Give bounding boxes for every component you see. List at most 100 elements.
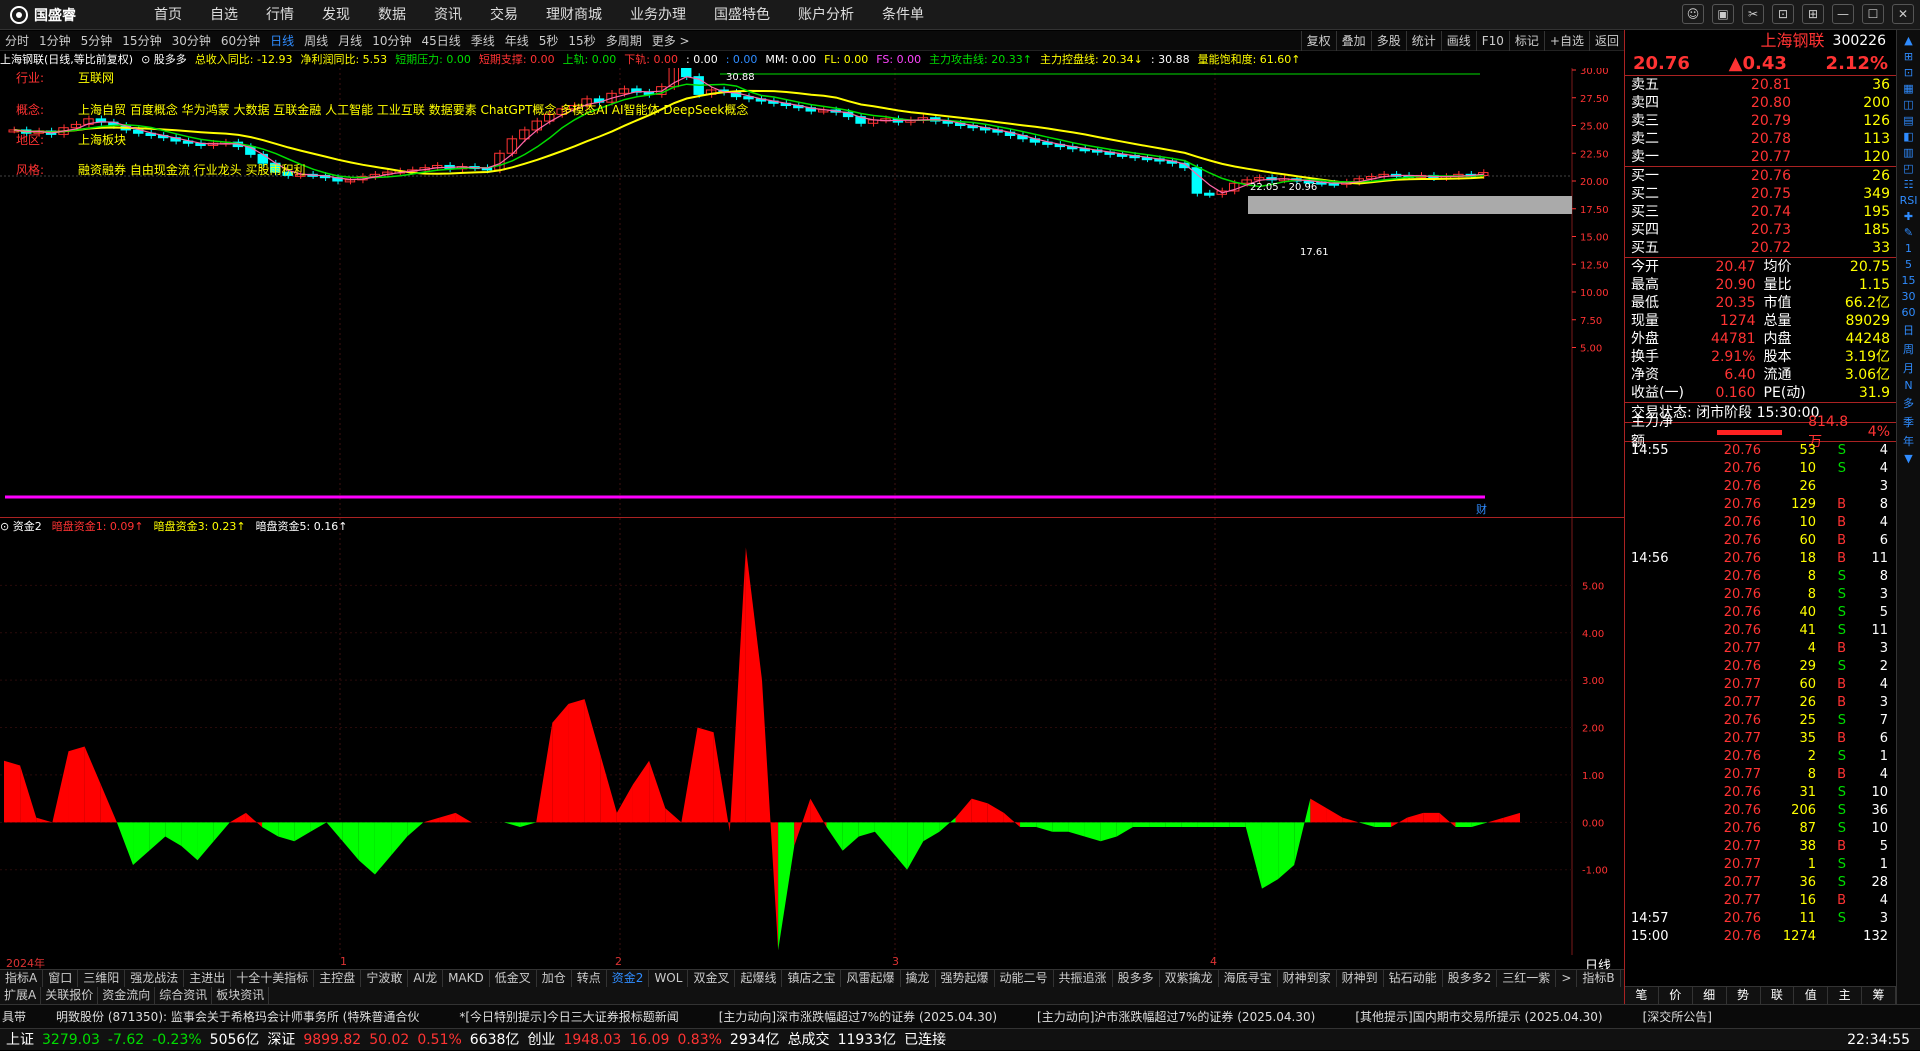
news-item[interactable]: [主力动向]深市涨跌幅超过7%的证券 (2025.04.30) [719,1010,997,1024]
quote-tab[interactable]: 主 [1828,987,1863,1004]
sidebar-icon[interactable]: ◰ [1903,162,1913,175]
sidebar-icon[interactable]: ✚ [1904,210,1913,223]
app-logo[interactable]: 国盛睿 [10,5,76,25]
indicator-tab[interactable]: > [1556,970,1578,987]
tool-button[interactable]: 复权 [1300,31,1336,51]
indicator-tab[interactable]: 钻石动能 [1384,970,1443,987]
indicator-tab[interactable]: 强势起爆 [936,970,995,987]
tool-button[interactable]: +自选 [1543,31,1589,51]
indicator-tab[interactable]: 双金叉 [688,970,736,987]
indicator-tab[interactable]: 主进出 [184,970,232,987]
indicator-tab[interactable]: 指标A [0,970,44,987]
indicator-tab[interactable]: 主控盘 [314,970,362,987]
period-tab[interactable]: 5分钟 [76,32,118,49]
news-item[interactable]: *[今日特别提示]今日三大证券报标题新闻 [459,1010,678,1024]
window-icon[interactable]: ✕ [1892,4,1914,24]
indicator-tab[interactable]: 指标B [1577,970,1621,987]
sidebar-icon[interactable]: 周 [1903,341,1914,357]
indicator-tab[interactable]: MAKD [443,970,490,987]
sidebar-icon[interactable]: ⊞ [1904,50,1913,63]
news-item[interactable]: [主力动向]沪市涨跌幅超过7%的证券 (2025.04.30) [1037,1010,1315,1024]
period-tab[interactable]: 季线 [466,32,500,49]
sidebar-icon[interactable]: 60 [1902,306,1916,319]
indicator-tab[interactable]: 三维阳 [78,970,126,987]
indicator-tab[interactable]: 窗口 [43,970,79,987]
menu-item[interactable]: 发现 [308,0,364,30]
sidebar-icon[interactable]: 月 [1903,360,1914,376]
period-tab[interactable]: 分时 [0,32,34,49]
indicator-tab[interactable]: 加仓 [537,970,572,987]
indicator-tab[interactable]: 三红一紫 [1497,970,1557,987]
sidebar-icon[interactable]: ▼ [1904,452,1912,465]
finance-marker[interactable]: 财 [1476,502,1487,516]
sidebar-icon[interactable]: RSI [1900,194,1918,207]
period-tab[interactable]: 月线 [333,32,367,49]
sidebar-icon[interactable]: 多 [1903,395,1914,411]
menu-item[interactable]: 资讯 [420,0,476,30]
sidebar-icon[interactable]: ▥ [1903,146,1913,159]
indicator-tab[interactable]: 财神到 [1337,970,1384,987]
period-tab[interactable]: 30分钟 [167,32,216,49]
tool-button[interactable]: 统计 [1405,31,1441,51]
sidebar-icon[interactable]: ▲ [1904,34,1912,47]
indicator-tab[interactable]: 股多多 [1113,970,1160,987]
period-tab[interactable]: 15秒 [563,32,600,49]
period-tab[interactable]: 45日线 [416,32,465,49]
sidebar-icon[interactable]: 15 [1902,274,1916,287]
indicator-tab[interactable]: 低金叉 [490,970,537,987]
quote-tab[interactable]: 价 [1659,987,1693,1004]
extension-tab[interactable]: 资金流向 [98,987,156,1004]
menu-item[interactable]: 条件单 [868,0,938,30]
collapse-icon[interactable]: ⊙ [0,520,13,533]
indicator-tab[interactable]: 资金2 [607,970,650,987]
indicator-tab[interactable]: 共振追涨 [1054,970,1113,987]
period-tab[interactable]: 15分钟 [117,32,166,49]
sidebar-icon[interactable]: 日 [1903,322,1914,338]
extension-tab[interactable]: 综合资讯 [155,987,213,1004]
extension-tab[interactable]: 板块资讯 [212,987,270,1004]
period-tab[interactable]: 10分钟 [367,32,416,49]
menu-item[interactable]: 国盛特色 [700,0,784,30]
window-icon[interactable]: ▣ [1712,4,1734,24]
sidebar-icon[interactable]: 季 [1903,414,1914,430]
menu-item[interactable]: 数据 [364,0,420,30]
period-tab[interactable]: 60分钟 [216,32,265,49]
period-tab[interactable]: 5秒 [534,32,564,49]
tool-button[interactable]: F10 [1475,31,1509,51]
window-icon[interactable]: ☺ [1682,4,1704,24]
news-item[interactable]: [其他提示]国内期市交易所提示 (2025.04.30) [1355,1010,1602,1024]
sidebar-icon[interactable]: ▤ [1903,114,1913,127]
fund-indicator-chart[interactable]: 5.00 4.00 3.00 2.00 1.00 0.00 -1.00 [0,518,1624,955]
indicator-tab[interactable]: 宁波敢 [361,970,409,987]
menu-item[interactable]: 理财商城 [532,0,616,30]
sidebar-icon[interactable]: ✎ [1904,226,1913,239]
period-tab[interactable]: 更多 > [647,32,695,49]
indicator-tab[interactable]: 镇店之宝 [782,970,842,987]
sidebar-icon[interactable]: ⊡ [1904,66,1913,79]
indicator-tab[interactable]: 起爆线 [735,970,783,987]
window-icon[interactable]: ⊡ [1772,4,1794,24]
period-tab[interactable]: 年线 [500,32,534,49]
indicator-tab[interactable]: 海底寻宝 [1219,970,1278,987]
news-item[interactable]: 具带 [2,1010,26,1024]
indicator-tab[interactable]: 双紫擒龙 [1160,970,1219,987]
indicator-tab[interactable]: 财神到家 [1278,970,1337,987]
extension-tab[interactable]: 扩展A [0,987,42,1004]
sidebar-icon[interactable]: 1 [1905,242,1912,255]
indicator-tab[interactable]: 动能二号 [995,970,1054,987]
tool-button[interactable]: 画线 [1440,31,1476,51]
sidebar-icon[interactable]: ☷ [1904,178,1914,191]
quote-tab[interactable]: 联 [1761,987,1795,1004]
menu-item[interactable]: 交易 [476,0,532,30]
tool-button[interactable]: 返回 [1588,31,1624,51]
menu-item[interactable]: 业务办理 [616,0,700,30]
tool-button[interactable]: 多股 [1370,31,1406,51]
sidebar-icon[interactable]: 5 [1905,258,1912,271]
period-tab[interactable]: 1分钟 [34,32,76,49]
window-icon[interactable]: — [1832,4,1854,24]
period-tab[interactable]: 周线 [299,32,333,49]
window-icon[interactable]: ✂ [1742,4,1764,24]
sidebar-icon[interactable]: ▦ [1903,82,1913,95]
menu-item[interactable]: 首页 [140,0,196,30]
tool-button[interactable]: 标记 [1508,31,1544,51]
